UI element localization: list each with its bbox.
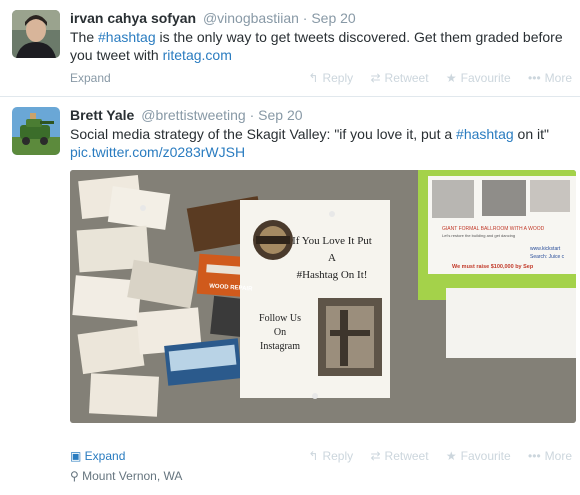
retweet-label: Retweet	[384, 71, 429, 85]
reply-action[interactable]: ↰ Reply	[308, 71, 353, 85]
flyer-line-4: Search: Juice c	[530, 254, 565, 260]
retweet-action[interactable]: ⇄ Retweet	[370, 71, 428, 85]
favourite-label: Favourite	[460, 71, 511, 85]
retweet-icon: ⇄	[370, 71, 381, 85]
tweet-header: Brett Yale @brettistweeting · Sep 20	[70, 107, 303, 123]
location-pin-icon: ⚲	[70, 469, 83, 483]
sign-line-1: If You Love It Put	[292, 235, 372, 247]
tweet-photo[interactable]: If You Love It Put A #Hashtag On It! Fol…	[70, 170, 576, 423]
star-icon: ★	[445, 71, 457, 85]
more-label: More	[544, 449, 572, 463]
flyer-line-1: GIANT FORMAL BALLROOM WITH A WOOD	[442, 226, 545, 232]
expand-label: Expand	[84, 449, 126, 463]
more-dots-icon: •••	[528, 449, 541, 463]
retweet-action[interactable]: ⇄ Retweet	[370, 449, 428, 463]
fullname[interactable]: irvan cahya sofyan	[70, 10, 196, 26]
more-dots-icon: •••	[528, 71, 541, 85]
flyer-line-5: We must raise $100,000 by Sep	[452, 264, 534, 270]
follow-line-1: Follow Us	[259, 313, 301, 324]
avatar[interactable]	[12, 107, 60, 155]
hashtag-link[interactable]: #hashtag	[98, 29, 156, 45]
tweet-actions: ↰ Reply ⇄ Retweet ★ Favourite ••• More	[294, 71, 572, 85]
reply-label: Reply	[322, 449, 354, 463]
tweet-text: Social media strategy of the Skagit Vall…	[70, 125, 575, 161]
separator-dot: ·	[302, 10, 308, 26]
sign-line-3: #Hashtag On It!	[297, 269, 368, 281]
photo-icon: ▣	[70, 449, 85, 463]
more-action[interactable]: ••• More	[528, 449, 572, 463]
hashtag-link[interactable]: #hashtag	[456, 126, 514, 142]
timestamp[interactable]: Sep 20	[258, 107, 302, 123]
timestamp[interactable]: Sep 20	[311, 10, 355, 26]
tweet-location[interactable]: ⚲ Mount Vernon, WA	[70, 469, 182, 483]
favourite-label: Favourite	[460, 449, 511, 463]
tweet[interactable]: Brett Yale @brettistweeting · Sep 20 Soc…	[0, 97, 580, 495]
reply-label: Reply	[322, 71, 354, 85]
username[interactable]: @vinogbastiian	[203, 10, 299, 26]
follow-line-3: Instagram	[260, 341, 300, 352]
favourite-action[interactable]: ★ Favourite	[446, 449, 511, 463]
url-link[interactable]: ritetag.com	[163, 47, 232, 63]
follow-line-2: On	[274, 327, 286, 338]
expand-link[interactable]: Expand	[70, 71, 111, 85]
tweet-text-pre: The	[70, 29, 99, 45]
flyer-line-3: www.kickstart	[530, 246, 561, 252]
username[interactable]: @brettistweeting	[141, 107, 245, 123]
reply-action[interactable]: ↰ Reply	[308, 449, 353, 463]
tweet[interactable]: irvan cahya sofyan @vinogbastiian · Sep …	[0, 0, 580, 96]
tweet-text-post: on it"	[513, 126, 549, 142]
avatar[interactable]	[12, 10, 60, 58]
tweet-text-pre: Social media strategy of the Skagit Vall…	[70, 126, 457, 142]
flyer-line-2: Let's restore the building and get danci…	[442, 233, 515, 238]
pic-link[interactable]: pic.twitter.com/z0283rWJSH	[70, 144, 245, 160]
location-label: Mount Vernon, WA	[82, 469, 183, 483]
reply-icon: ↰	[308, 449, 319, 463]
tweet-header: irvan cahya sofyan @vinogbastiian · Sep …	[70, 10, 356, 26]
tweet-actions: ↰ Reply ⇄ Retweet ★ Favourite ••• More	[294, 449, 572, 463]
fullname[interactable]: Brett Yale	[70, 107, 134, 123]
reply-icon: ↰	[308, 71, 319, 85]
more-action[interactable]: ••• More	[528, 71, 572, 85]
tweet-text: The #hashtag is the only way to get twee…	[70, 28, 575, 64]
retweet-label: Retweet	[384, 449, 429, 463]
favourite-action[interactable]: ★ Favourite	[446, 71, 511, 85]
expand-link[interactable]: ▣ Expand	[70, 449, 125, 463]
star-icon: ★	[445, 449, 457, 463]
more-label: More	[544, 71, 572, 85]
sign-line-2: A	[328, 252, 336, 264]
retweet-icon: ⇄	[370, 449, 381, 463]
separator-dot: ·	[249, 107, 255, 123]
